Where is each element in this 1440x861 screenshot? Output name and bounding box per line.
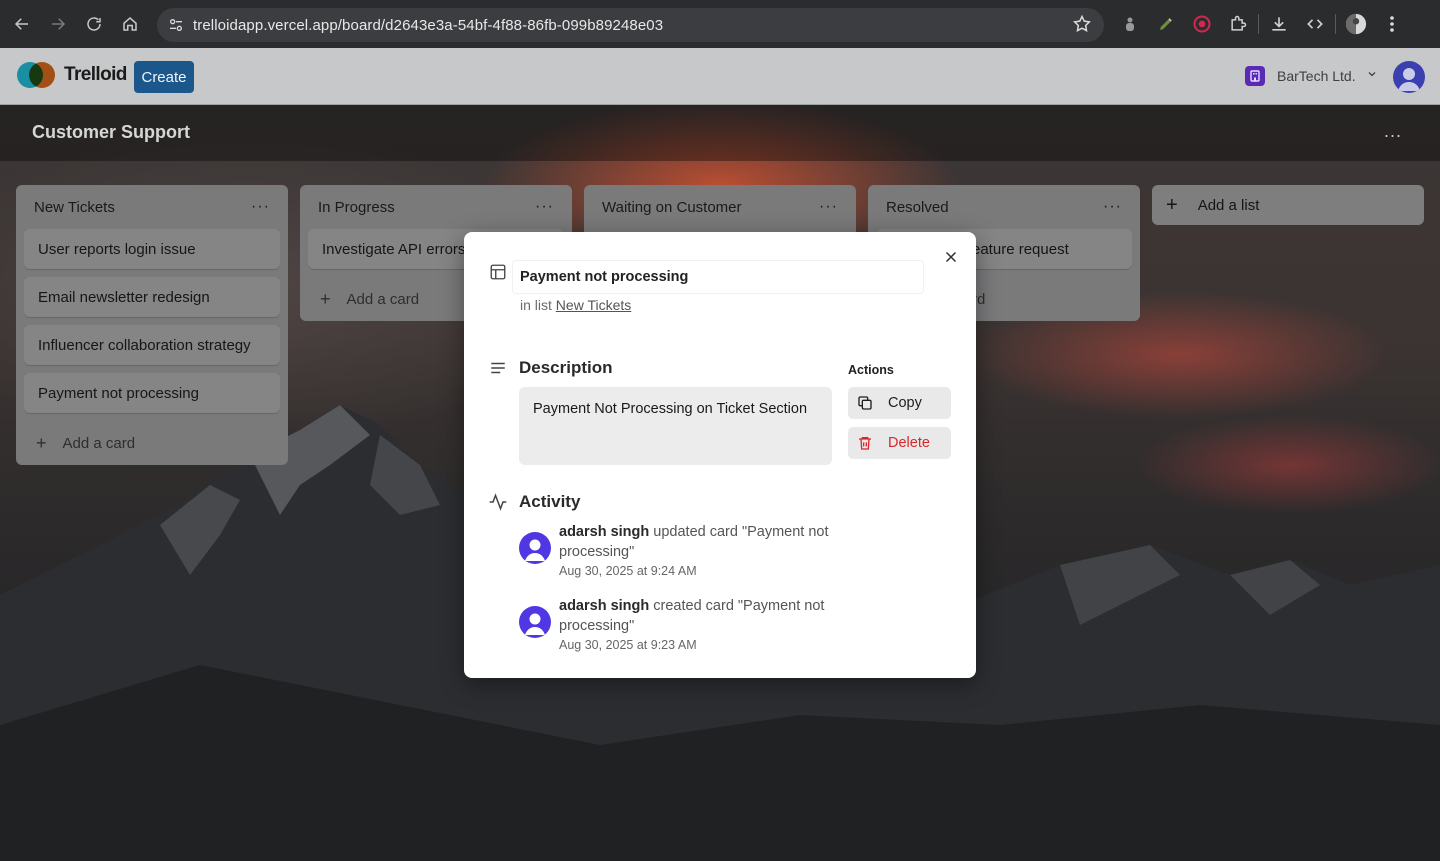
card-title-input[interactable]: Payment not processing bbox=[512, 260, 924, 294]
back-icon[interactable] bbox=[4, 6, 40, 42]
list-title[interactable]: Waiting on Customer bbox=[602, 199, 742, 216]
description-heading: Description bbox=[519, 358, 613, 377]
add-card-label: Add a card bbox=[62, 434, 136, 452]
activity-icon bbox=[488, 492, 508, 517]
record-extension-icon[interactable] bbox=[1184, 6, 1220, 42]
add-card-button[interactable]: + Add a card bbox=[16, 421, 288, 465]
board-menu-button[interactable]: ... bbox=[1384, 121, 1402, 142]
description-icon bbox=[489, 359, 507, 382]
avatar bbox=[519, 532, 551, 564]
app-header: Trelloid Create BarTech Ltd. bbox=[0, 48, 1440, 105]
list-title[interactable]: Resolved bbox=[886, 199, 949, 216]
code-icon[interactable] bbox=[1297, 6, 1333, 42]
logo-mark-icon bbox=[17, 62, 57, 88]
browser-menu-icon[interactable] bbox=[1374, 6, 1410, 42]
org-logo-icon bbox=[1245, 66, 1265, 86]
forward-icon[interactable] bbox=[40, 6, 76, 42]
card-detail-modal: Payment not processing in list New Ticke… bbox=[464, 232, 976, 678]
activity-text: adarsh singh created card "Payment not p… bbox=[559, 596, 839, 636]
list-title[interactable]: In Progress bbox=[318, 199, 395, 216]
activity-time: Aug 30, 2025 at 9:24 AM bbox=[559, 564, 697, 578]
in-list-prefix: in list bbox=[520, 297, 552, 313]
create-button[interactable]: Create bbox=[134, 61, 194, 93]
delete-label: Delete bbox=[888, 435, 930, 451]
plus-icon: + bbox=[320, 288, 331, 309]
card-list-reference: in list New Tickets bbox=[520, 297, 631, 313]
list-menu-button[interactable]: ··· bbox=[819, 198, 838, 216]
list-title[interactable]: New Tickets bbox=[34, 199, 115, 216]
address-bar[interactable]: trelloidapp.vercel.app/board/d2643e3a-54… bbox=[157, 8, 1104, 42]
add-list-button[interactable]: + Add a list bbox=[1152, 185, 1424, 225]
avatar bbox=[519, 606, 551, 638]
extension-dot-icon[interactable] bbox=[1112, 6, 1148, 42]
card[interactable]: User reports login issue bbox=[24, 229, 280, 269]
browser-toolbar: trelloidapp.vercel.app/board/d2643e3a-54… bbox=[0, 0, 1440, 48]
activity-heading: Activity bbox=[519, 492, 581, 511]
board-title[interactable]: Customer Support bbox=[32, 122, 190, 143]
toolbar-separator bbox=[1335, 14, 1336, 34]
close-icon[interactable] bbox=[942, 248, 960, 266]
activity-user: adarsh singh bbox=[559, 524, 650, 540]
card[interactable]: Payment not processing bbox=[24, 373, 280, 413]
plus-icon: + bbox=[1166, 193, 1178, 216]
card[interactable]: Influencer collaboration strategy bbox=[24, 325, 280, 365]
plus-icon: + bbox=[36, 432, 47, 453]
reload-icon[interactable] bbox=[76, 6, 112, 42]
profile-avatar-icon[interactable] bbox=[1338, 6, 1374, 42]
activity-text: adarsh singh updated card "Payment not p… bbox=[559, 522, 839, 562]
copy-icon bbox=[856, 394, 874, 412]
org-name: BarTech Ltd. bbox=[1277, 68, 1356, 84]
description-field[interactable]: Payment Not Processing on Ticket Section bbox=[519, 387, 832, 465]
card-layout-icon bbox=[489, 263, 507, 286]
pen-extension-icon[interactable] bbox=[1148, 6, 1184, 42]
board-header-bar bbox=[0, 105, 1440, 161]
org-switcher[interactable]: BarTech Ltd. bbox=[1245, 66, 1378, 86]
app-name: Trelloid bbox=[64, 64, 127, 85]
add-card-label: Add a card bbox=[346, 290, 420, 308]
toolbar-separator bbox=[1258, 14, 1259, 34]
download-icon[interactable] bbox=[1261, 6, 1297, 42]
actions-heading: Actions bbox=[848, 363, 894, 377]
copy-label: Copy bbox=[888, 395, 922, 411]
list-menu-button[interactable]: ··· bbox=[1103, 198, 1122, 216]
list-link[interactable]: New Tickets bbox=[556, 297, 631, 313]
list-menu-button[interactable]: ··· bbox=[251, 198, 270, 216]
bookmark-star-icon[interactable] bbox=[1072, 14, 1092, 39]
list-new-tickets: New Tickets ··· User reports login issue… bbox=[16, 185, 288, 465]
copy-button[interactable]: Copy bbox=[848, 387, 951, 419]
home-icon[interactable] bbox=[112, 6, 148, 42]
site-settings-icon[interactable] bbox=[161, 10, 191, 40]
user-avatar[interactable] bbox=[1393, 61, 1425, 93]
trash-icon bbox=[856, 434, 874, 452]
app-logo[interactable]: Trelloid bbox=[17, 62, 127, 88]
activity-user: adarsh singh bbox=[559, 598, 650, 614]
extensions-puzzle-icon[interactable] bbox=[1220, 6, 1256, 42]
url-text[interactable]: trelloidapp.vercel.app/board/d2643e3a-54… bbox=[193, 17, 663, 34]
chevron-down-icon bbox=[1366, 67, 1378, 85]
activity-time: Aug 30, 2025 at 9:23 AM bbox=[559, 638, 697, 652]
delete-button[interactable]: Delete bbox=[848, 427, 951, 459]
list-menu-button[interactable]: ··· bbox=[535, 198, 554, 216]
add-list-label: Add a list bbox=[1197, 196, 1260, 214]
card[interactable]: Email newsletter redesign bbox=[24, 277, 280, 317]
